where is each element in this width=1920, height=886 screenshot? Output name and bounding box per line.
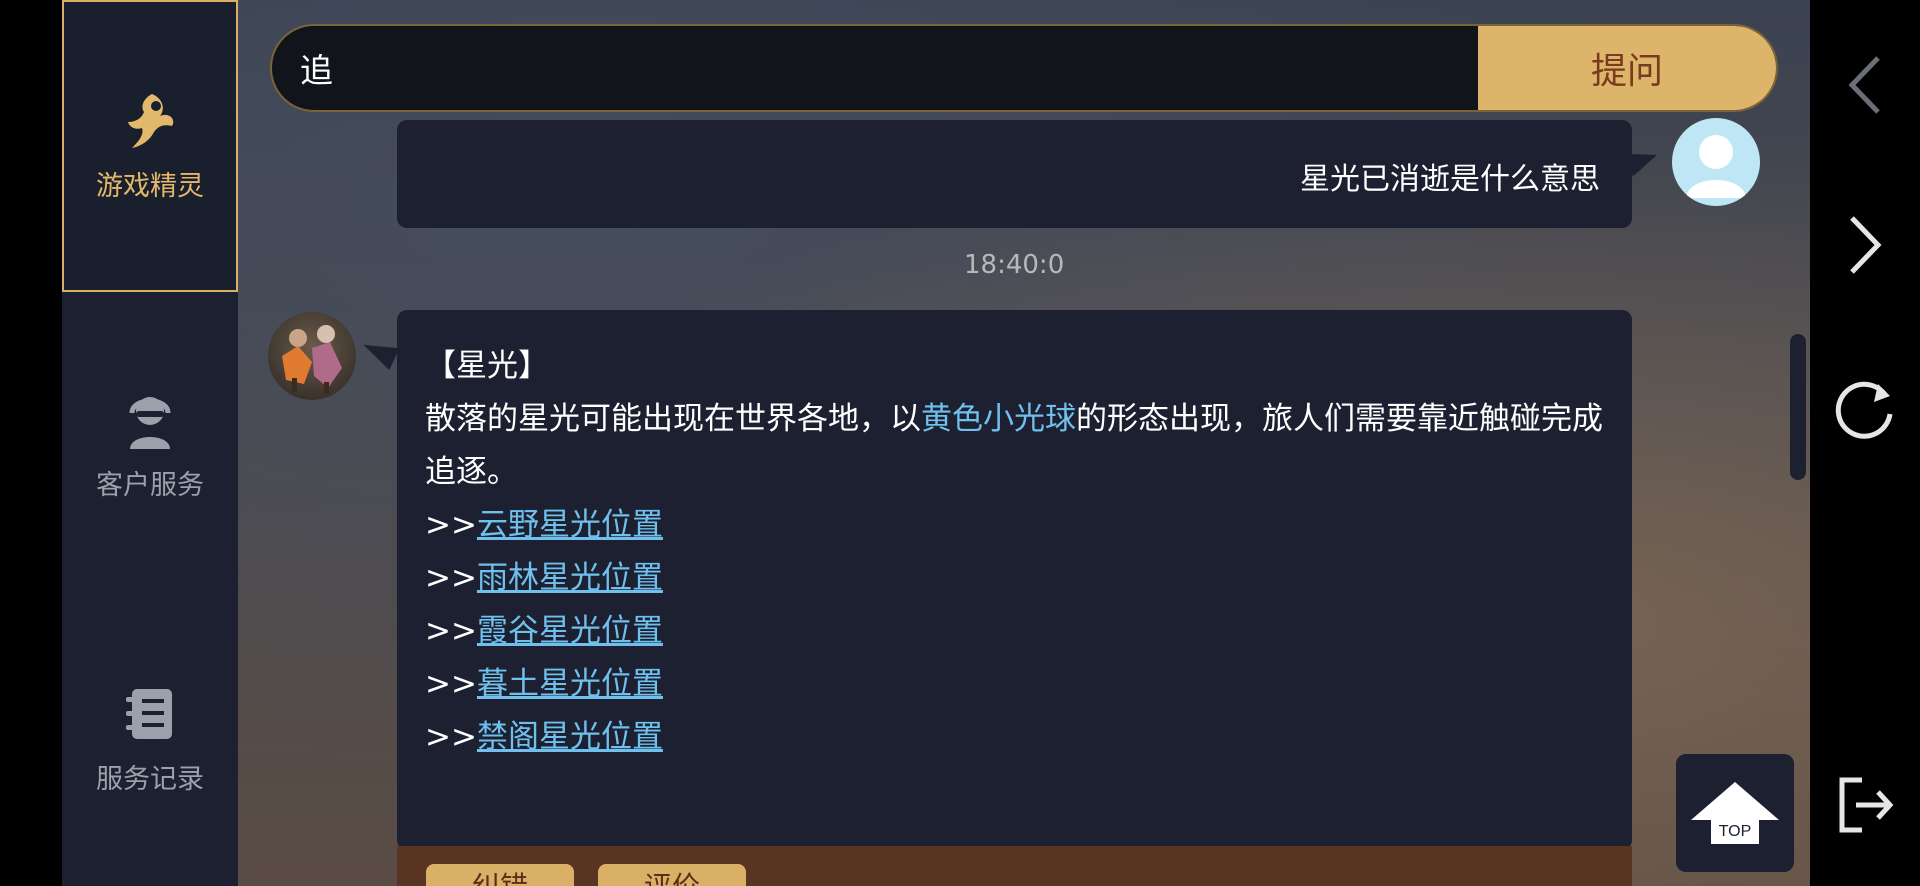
back-button[interactable]	[1810, 30, 1920, 140]
link-prefix: >>	[425, 613, 477, 649]
chevron-right-icon	[1850, 216, 1882, 274]
refresh-icon	[1835, 381, 1893, 439]
reply-title: 【星光】	[425, 348, 549, 384]
exit-button[interactable]	[1810, 750, 1920, 860]
reply-highlight: 黄色小光球	[921, 401, 1076, 437]
sidebar-item-game-sprite[interactable]: 游戏精灵	[62, 0, 238, 292]
reply-footer	[397, 846, 1632, 886]
link-prefix: >>	[425, 719, 477, 755]
forward-button[interactable]	[1810, 190, 1920, 300]
bot-reply-bubble: 【星光】 散落的星光可能出现在世界各地，以黄色小光球的形态出现，旅人们需要靠近触…	[397, 310, 1632, 850]
link-wasteland[interactable]: 暮土星光位置	[477, 666, 663, 702]
link-rain-forest[interactable]: 雨林星光位置	[477, 560, 663, 596]
link-cloud-wilds[interactable]: 云野星光位置	[477, 507, 663, 543]
sidebar-item-customer-service[interactable]: 客户服务	[62, 380, 238, 510]
sidebar-item-label: 游戏精灵	[96, 170, 204, 202]
link-vault[interactable]: 禁阁星光位置	[477, 719, 663, 755]
sidebar: 游戏精灵 客户服务 服务记录	[62, 0, 238, 886]
question-bar: 提问	[270, 24, 1778, 112]
sidebar-item-label: 服务记录	[96, 763, 204, 795]
top-label: TOP	[1719, 823, 1752, 840]
reply-link-row: >>禁阁星光位置	[425, 711, 1604, 764]
user-message-text: 星光已消逝是什么意思	[1300, 162, 1600, 197]
bot-avatar	[268, 312, 356, 400]
sky-children-icon	[282, 325, 342, 394]
link-prefix: >>	[425, 666, 477, 702]
sidebar-item-label: 客户服务	[96, 469, 204, 501]
link-prefix: >>	[425, 560, 477, 596]
reply-body: 散落的星光可能出现在世界各地，以黄色小光球的形态出现，旅人们需要靠近触碰完成追逐…	[425, 393, 1604, 499]
message-timestamp: 18:40:0	[964, 250, 1065, 280]
arrow-up-icon: TOP	[1691, 782, 1779, 844]
user-message-bubble: 星光已消逝是什么意思	[397, 120, 1632, 228]
sidebar-item-service-records[interactable]: 服务记录	[62, 674, 238, 804]
link-prefix: >>	[425, 507, 477, 543]
chevron-left-icon	[1848, 56, 1880, 114]
ask-button[interactable]: 提问	[1478, 26, 1776, 110]
reply-link-row: >>暮土星光位置	[425, 658, 1604, 711]
notebook-icon	[126, 688, 172, 739]
exit-icon	[1839, 777, 1894, 833]
question-input[interactable]	[300, 26, 1450, 110]
back-to-top-button[interactable]: TOP	[1676, 754, 1794, 872]
user-avatar	[1672, 118, 1760, 206]
user-silhouette-icon	[1686, 135, 1746, 198]
reply-link-row: >>雨林星光位置	[425, 552, 1604, 605]
correct-button[interactable]: 纠错	[426, 864, 574, 886]
reply-link-row: >>霞谷星光位置	[425, 605, 1604, 658]
reply-text: 散落的星光可能出现在世界各地，以	[425, 401, 921, 437]
headset-agent-icon	[129, 396, 171, 449]
fairy-icon	[128, 93, 174, 148]
rate-button[interactable]: 评价	[598, 864, 746, 886]
scrollbar-thumb[interactable]	[1790, 334, 1806, 480]
refresh-button[interactable]	[1810, 354, 1920, 464]
link-valley[interactable]: 霞谷星光位置	[477, 613, 663, 649]
reply-link-row: >>云野星光位置	[425, 499, 1604, 552]
